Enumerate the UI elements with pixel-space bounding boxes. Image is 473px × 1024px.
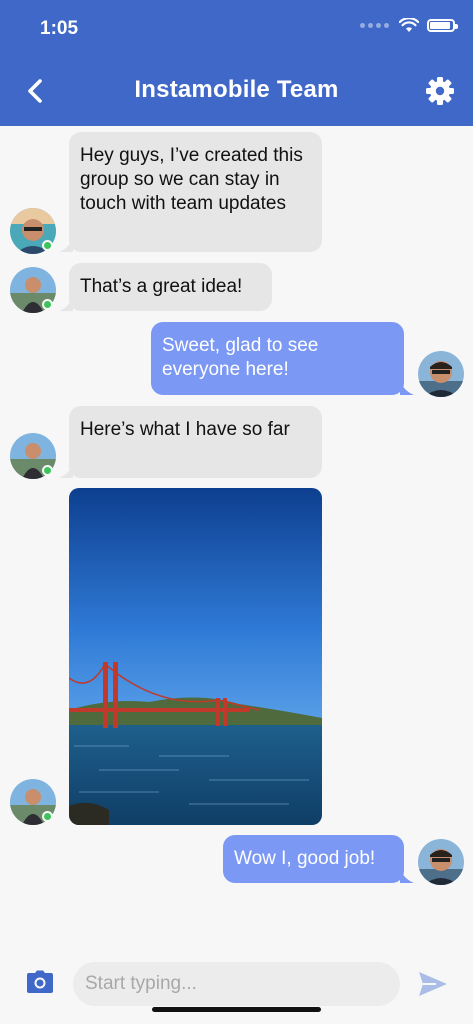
status-time: 1:05 bbox=[40, 18, 79, 39]
outgoing-message[interactable]: Sweet, glad to see everyone here! bbox=[151, 322, 404, 395]
gear-icon bbox=[426, 77, 454, 105]
message-composer bbox=[0, 946, 473, 1024]
online-indicator bbox=[42, 811, 53, 822]
send-button[interactable] bbox=[418, 971, 448, 997]
home-indicator bbox=[152, 1007, 321, 1012]
online-indicator bbox=[42, 240, 53, 251]
bubble-tail bbox=[59, 297, 73, 311]
status-icons bbox=[360, 18, 458, 33]
battery-icon bbox=[427, 19, 458, 32]
image-message[interactable] bbox=[69, 488, 322, 825]
bubble-tail bbox=[400, 381, 414, 395]
outgoing-message[interactable]: Wow I, good job! bbox=[223, 835, 404, 883]
back-button[interactable] bbox=[22, 76, 50, 106]
camera-button[interactable] bbox=[26, 970, 54, 994]
golden-gate-bridge-photo bbox=[69, 488, 322, 825]
signal-icon bbox=[360, 23, 389, 28]
send-icon bbox=[419, 972, 447, 996]
avatar[interactable] bbox=[418, 839, 464, 885]
bubble-tail bbox=[59, 238, 73, 252]
message-list[interactable]: Hey guys, I’ve created this group so we … bbox=[0, 126, 473, 946]
incoming-message[interactable]: That’s a great idea! bbox=[69, 263, 272, 311]
incoming-message[interactable]: Hey guys, I’ve created this group so we … bbox=[69, 132, 322, 252]
app-header: 1:05 Instamobile Team bbox=[0, 0, 473, 126]
settings-button[interactable] bbox=[425, 76, 455, 106]
incoming-message[interactable]: Here’s what I have so far bbox=[69, 406, 322, 478]
online-indicator bbox=[42, 465, 53, 476]
avatar[interactable] bbox=[418, 351, 464, 397]
online-indicator bbox=[42, 299, 53, 310]
bubble-tail bbox=[400, 869, 414, 883]
chevron-left-icon bbox=[28, 79, 42, 103]
bubble-tail bbox=[59, 464, 73, 478]
conversation-title: Instamobile Team bbox=[134, 76, 339, 103]
camera-icon bbox=[27, 970, 53, 993]
wifi-icon bbox=[399, 18, 419, 32]
message-input[interactable] bbox=[73, 962, 400, 1006]
